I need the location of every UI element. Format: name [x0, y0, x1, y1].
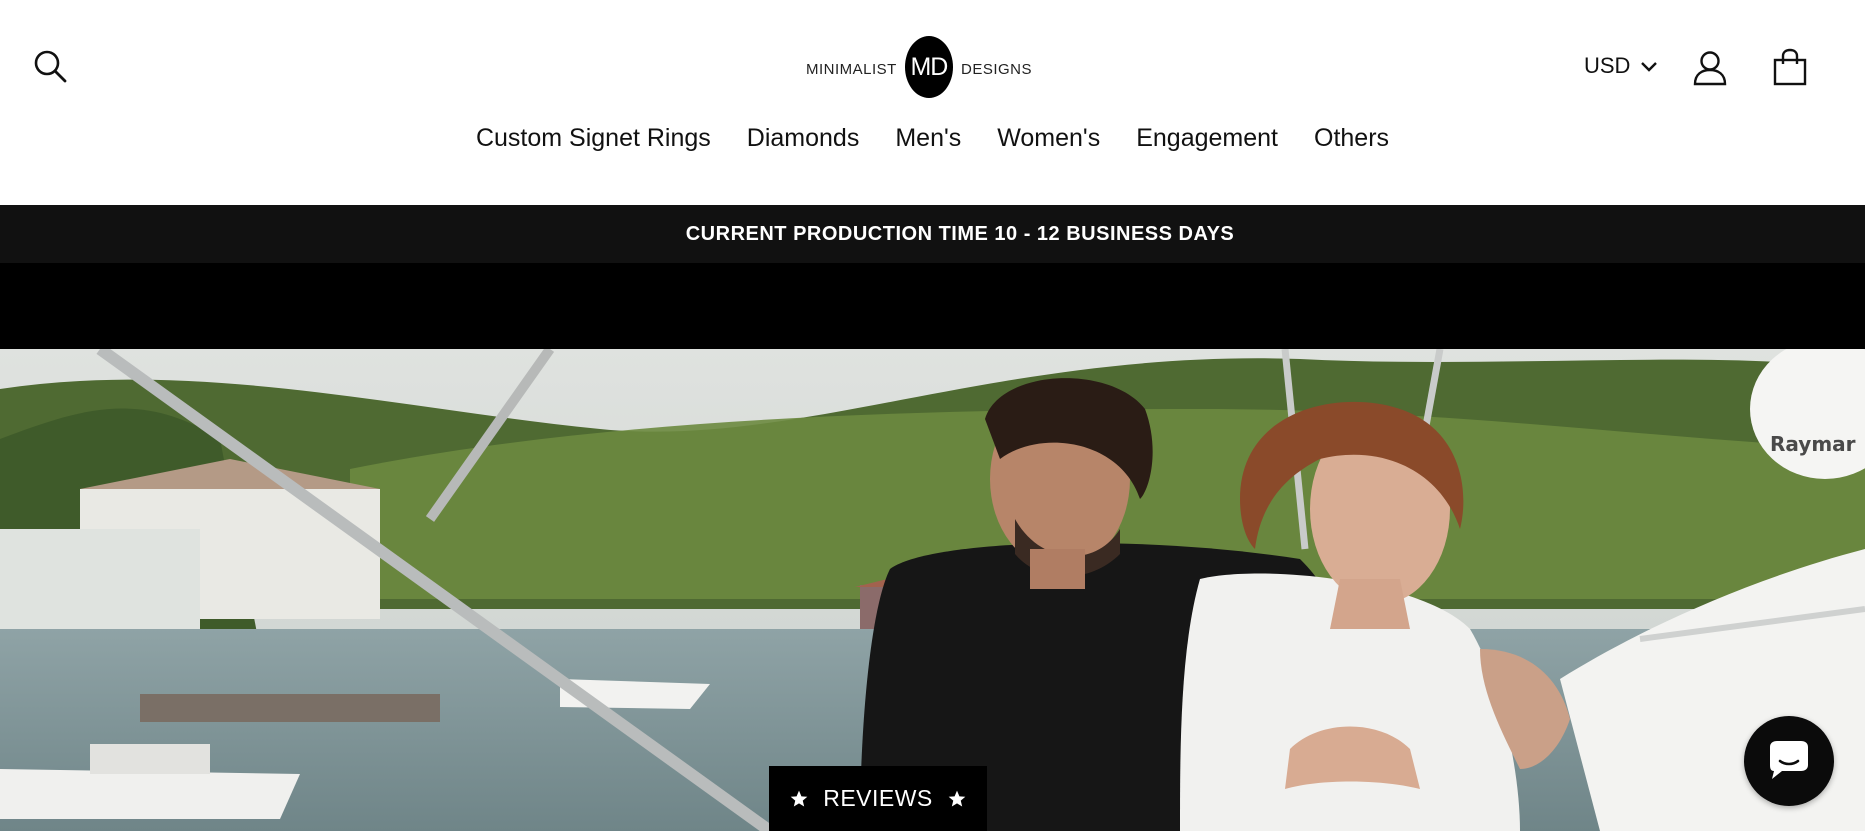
site-header: MINIMALIST MD DESIGNS USD Custom Signet … — [0, 0, 1865, 204]
reviews-label: REVIEWS — [823, 785, 933, 811]
chat-button[interactable] — [1744, 716, 1834, 806]
reviews-tab[interactable]: REVIEWS — [769, 766, 987, 831]
star-icon — [948, 790, 966, 806]
nav-item-womens[interactable]: Women's — [997, 124, 1100, 153]
logo-monogram: MD — [910, 52, 948, 81]
hero-image: Raymar — [0, 349, 1865, 831]
main-nav: Custom Signet Rings Diamonds Men's Women… — [0, 124, 1865, 153]
nav-item-diamonds[interactable]: Diamonds — [747, 124, 860, 153]
currency-selector[interactable]: USD — [1584, 50, 1658, 82]
logo-text-right: DESIGNS — [960, 60, 1032, 78]
logo-text-left: MINIMALIST — [806, 60, 897, 78]
search-icon — [34, 50, 67, 83]
hero-top-band — [0, 263, 1865, 349]
site-logo[interactable]: MINIMALIST MD DESIGNS — [806, 35, 1032, 99]
chat-bubble-icon — [1770, 741, 1808, 779]
hero-photo: Raymar — [0, 349, 1865, 831]
nav-item-mens[interactable]: Men's — [895, 124, 961, 153]
logo-mark: MD — [904, 36, 953, 98]
cart-button[interactable] — [1770, 44, 1810, 90]
chevron-down-icon — [1641, 62, 1658, 72]
nav-item-others[interactable]: Others — [1314, 124, 1389, 153]
search-button[interactable] — [28, 44, 72, 88]
user-icon — [1693, 51, 1727, 86]
nav-item-engagement[interactable]: Engagement — [1136, 124, 1278, 153]
hero-boat-brand: Raymar — [1770, 432, 1856, 456]
announcement-bar: CURRENT PRODUCTION TIME 10 - 12 BUSINESS… — [0, 205, 1865, 263]
announcement-text: CURRENT PRODUCTION TIME 10 - 12 BUSINESS… — [685, 222, 1235, 245]
shopping-bag-icon — [1773, 48, 1807, 86]
currency-value: USD — [1584, 53, 1631, 78]
star-icon — [790, 790, 808, 806]
nav-item-custom-signet-rings[interactable]: Custom Signet Rings — [476, 124, 711, 153]
account-button[interactable] — [1690, 46, 1730, 90]
